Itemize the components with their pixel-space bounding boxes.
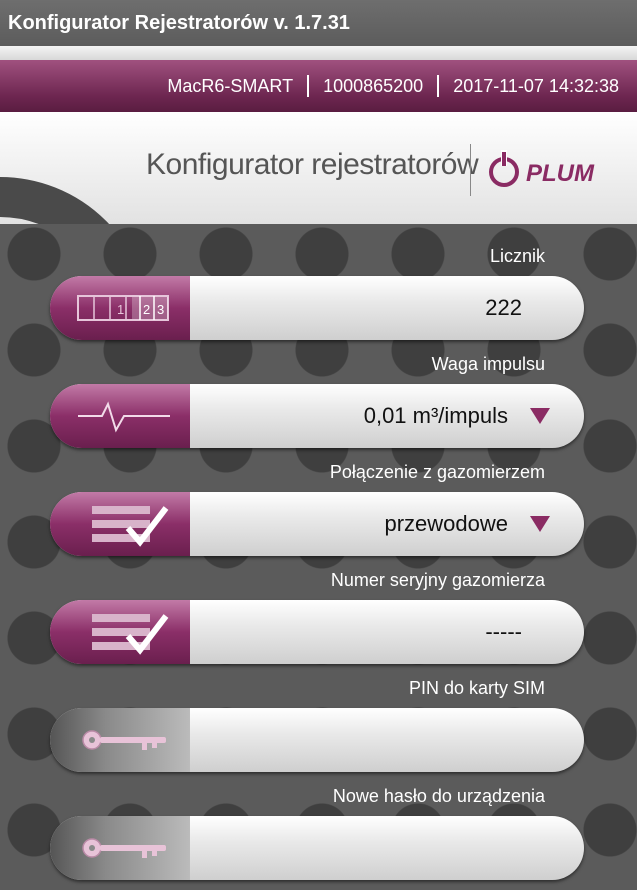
- sim-pin-input[interactable]: [50, 708, 584, 772]
- svg-text:1: 1: [117, 302, 124, 317]
- counter-cap: 1 2 3: [50, 276, 190, 340]
- counter-value: 222: [485, 295, 522, 320]
- checklist-icon: [92, 614, 169, 655]
- svg-text:2: 2: [143, 302, 150, 317]
- counter-icon: 1 2 3: [77, 295, 169, 321]
- sim-pin-label: PIN do karty SIM: [408, 678, 545, 698]
- svg-text:PLUM: PLUM: [526, 160, 595, 187]
- key-icon: [82, 730, 166, 750]
- device-serial: 1000865200: [323, 76, 424, 96]
- app-title: Konfigurator Rejestratorów v. 1.7.31: [8, 12, 350, 34]
- meter-serial-cap: [50, 600, 190, 664]
- new-password-label: Nowe hasło do urządzenia: [332, 786, 545, 806]
- dropdown-arrow-icon[interactable]: [530, 408, 550, 424]
- device-model: MacR6-SMART: [167, 76, 294, 96]
- decorative-arcs-icon: [0, 177, 110, 224]
- counter-label: Licznik: [489, 246, 545, 266]
- device-datetime: 2017-11-07 14:32:38: [453, 76, 619, 96]
- pulse-weight-value: 0,01 m³/impuls: [363, 403, 508, 428]
- new-password-input[interactable]: [50, 816, 584, 880]
- pulse-icon: [78, 401, 170, 433]
- brand-header: Konfigurator rejestratorów PLUM: [0, 112, 637, 224]
- plum-logo: PLUM: [489, 150, 595, 187]
- sim-pin-cap: [50, 708, 190, 772]
- pulse-weight-label: Waga impulsu: [431, 354, 545, 374]
- brand-separator: [470, 144, 471, 196]
- checklist-icon: [92, 506, 169, 547]
- new-password-cap: [50, 816, 190, 880]
- pulse-weight-select[interactable]: 0,01 m³/impuls: [50, 384, 584, 448]
- meter-serial-value: -----: [485, 619, 522, 644]
- svg-text:3: 3: [157, 302, 164, 317]
- counter-field[interactable]: 1 2 3 222: [50, 276, 584, 340]
- connection-cap: [50, 492, 190, 556]
- meter-serial-input[interactable]: -----: [50, 600, 584, 664]
- key-icon: [82, 838, 166, 858]
- pulse-weight-cap: [50, 384, 190, 448]
- connection-value: przewodowe: [384, 511, 508, 536]
- connection-label: Połączenie z gazomierzem: [329, 462, 545, 482]
- device-info-bar: MacR6-SMART 1000865200 2017-11-07 14:32:…: [0, 60, 637, 112]
- meter-serial-label: Numer seryjny gazomierza: [330, 570, 545, 590]
- dropdown-arrow-icon[interactable]: [530, 516, 550, 532]
- app-title-bar: Konfigurator Rejestratorów v. 1.7.31: [0, 0, 637, 46]
- settings-form: Licznik 1 2 3 222 Waga impulsu 0,01 m³/i…: [0, 224, 637, 890]
- info-separator: [437, 75, 440, 97]
- connection-select[interactable]: przewodowe: [50, 492, 584, 556]
- brand-title: Konfigurator rejestratorów: [146, 148, 479, 181]
- info-separator: [307, 75, 310, 97]
